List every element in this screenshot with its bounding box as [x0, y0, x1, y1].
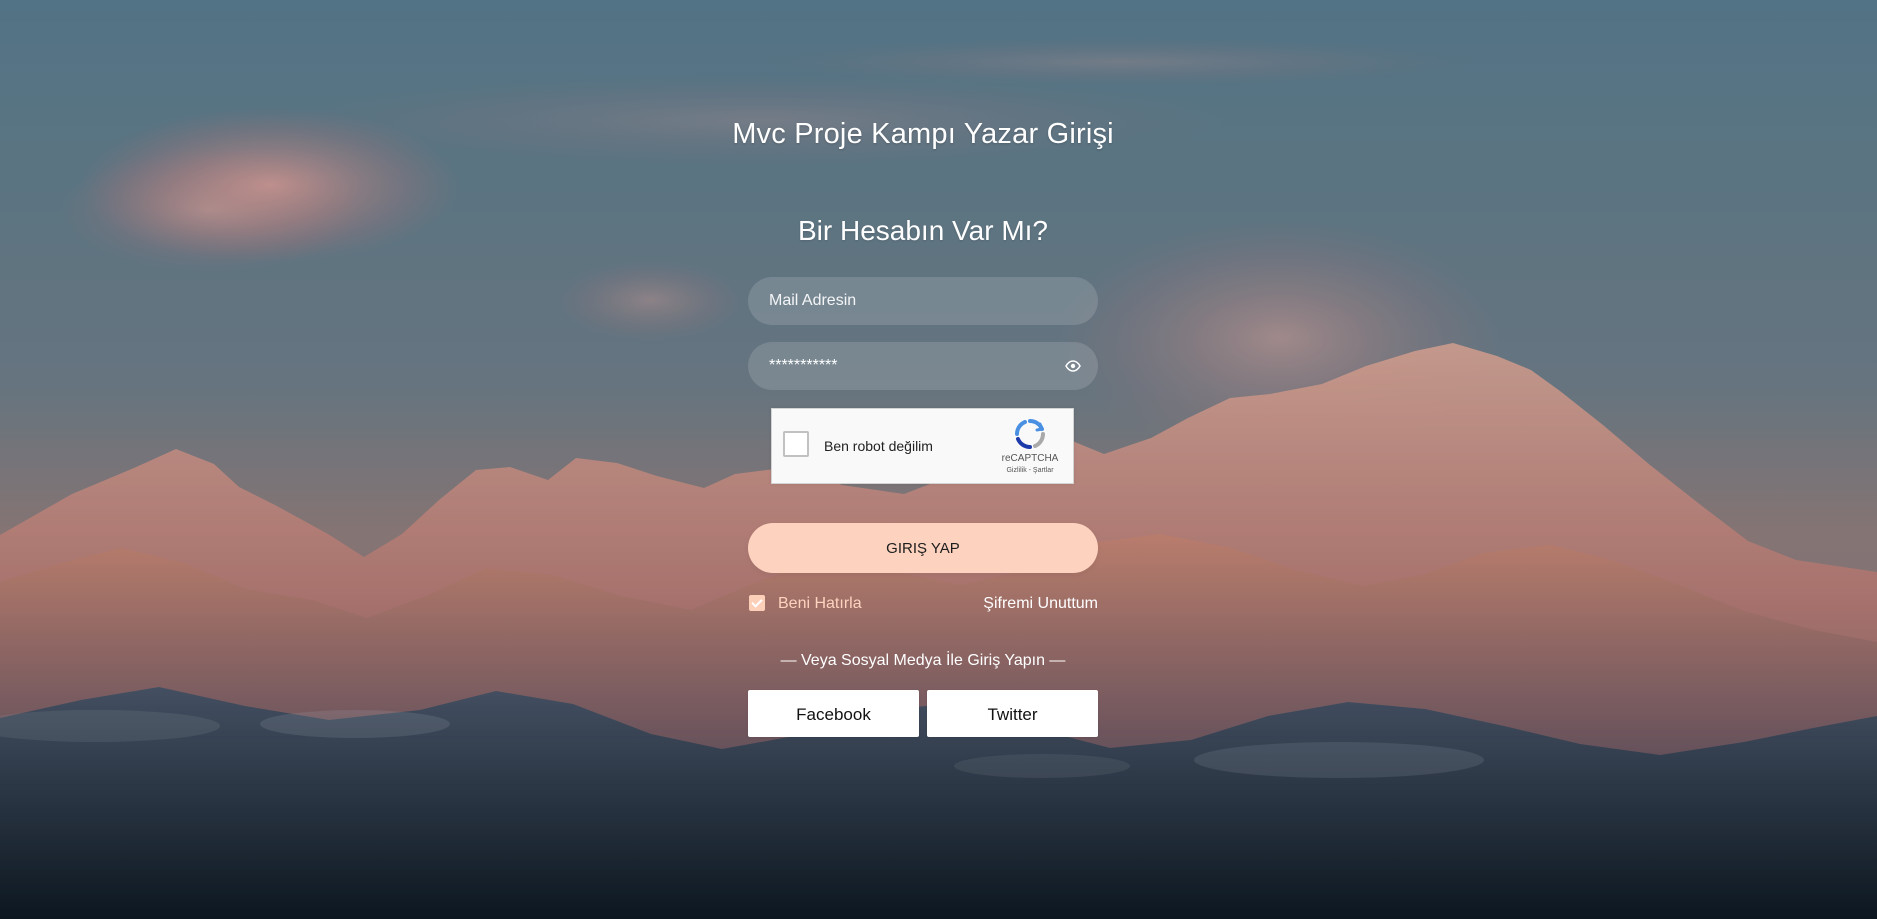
captcha-brand: reCAPTCHA: [1001, 453, 1059, 464]
social-login-caption: — Veya Sosyal Medya İle Giriş Yapın —: [780, 652, 1066, 669]
email-field-wrapper: [748, 277, 1098, 325]
email-input[interactable]: [748, 277, 1098, 325]
recaptcha-widget: Ben robot değilim reCAPTCHA Gizlilik - Ş…: [771, 408, 1074, 484]
recaptcha-icon: reCAPTCHA Gizlilik - Şartlar: [998, 417, 1062, 477]
login-subtitle: Bir Hesabın Var Mı?: [797, 215, 1049, 246]
login-panel: Mvc Proje Kampı Yazar Girişi Bir Hesabın…: [732, 0, 1114, 919]
captcha-checkbox[interactable]: [783, 431, 809, 457]
password-field-wrapper: [748, 342, 1098, 390]
login-button[interactable]: GIRIŞ YAP: [748, 523, 1098, 573]
password-input[interactable]: [748, 342, 1098, 390]
remember-label[interactable]: Beni Hatırla: [778, 594, 862, 614]
forgot-password-link[interactable]: Şifremi Unuttum: [983, 594, 1098, 614]
page-title: Mvc Proje Kampı Yazar Girişi: [732, 118, 1114, 150]
captcha-label: Ben robot değilim: [824, 438, 933, 454]
remember-forgot-row: Beni Hatırla Şifremi Unuttum: [748, 594, 1098, 614]
remember-checkbox[interactable]: [749, 595, 765, 611]
eye-icon[interactable]: [1065, 358, 1081, 374]
captcha-links[interactable]: Gizlilik - Şartlar: [998, 466, 1062, 475]
twitter-login-button[interactable]: Twitter: [927, 690, 1098, 737]
login-page: Mvc Proje Kampı Yazar Girişi Bir Hesabın…: [0, 0, 1877, 919]
facebook-login-button[interactable]: Facebook: [748, 690, 919, 737]
